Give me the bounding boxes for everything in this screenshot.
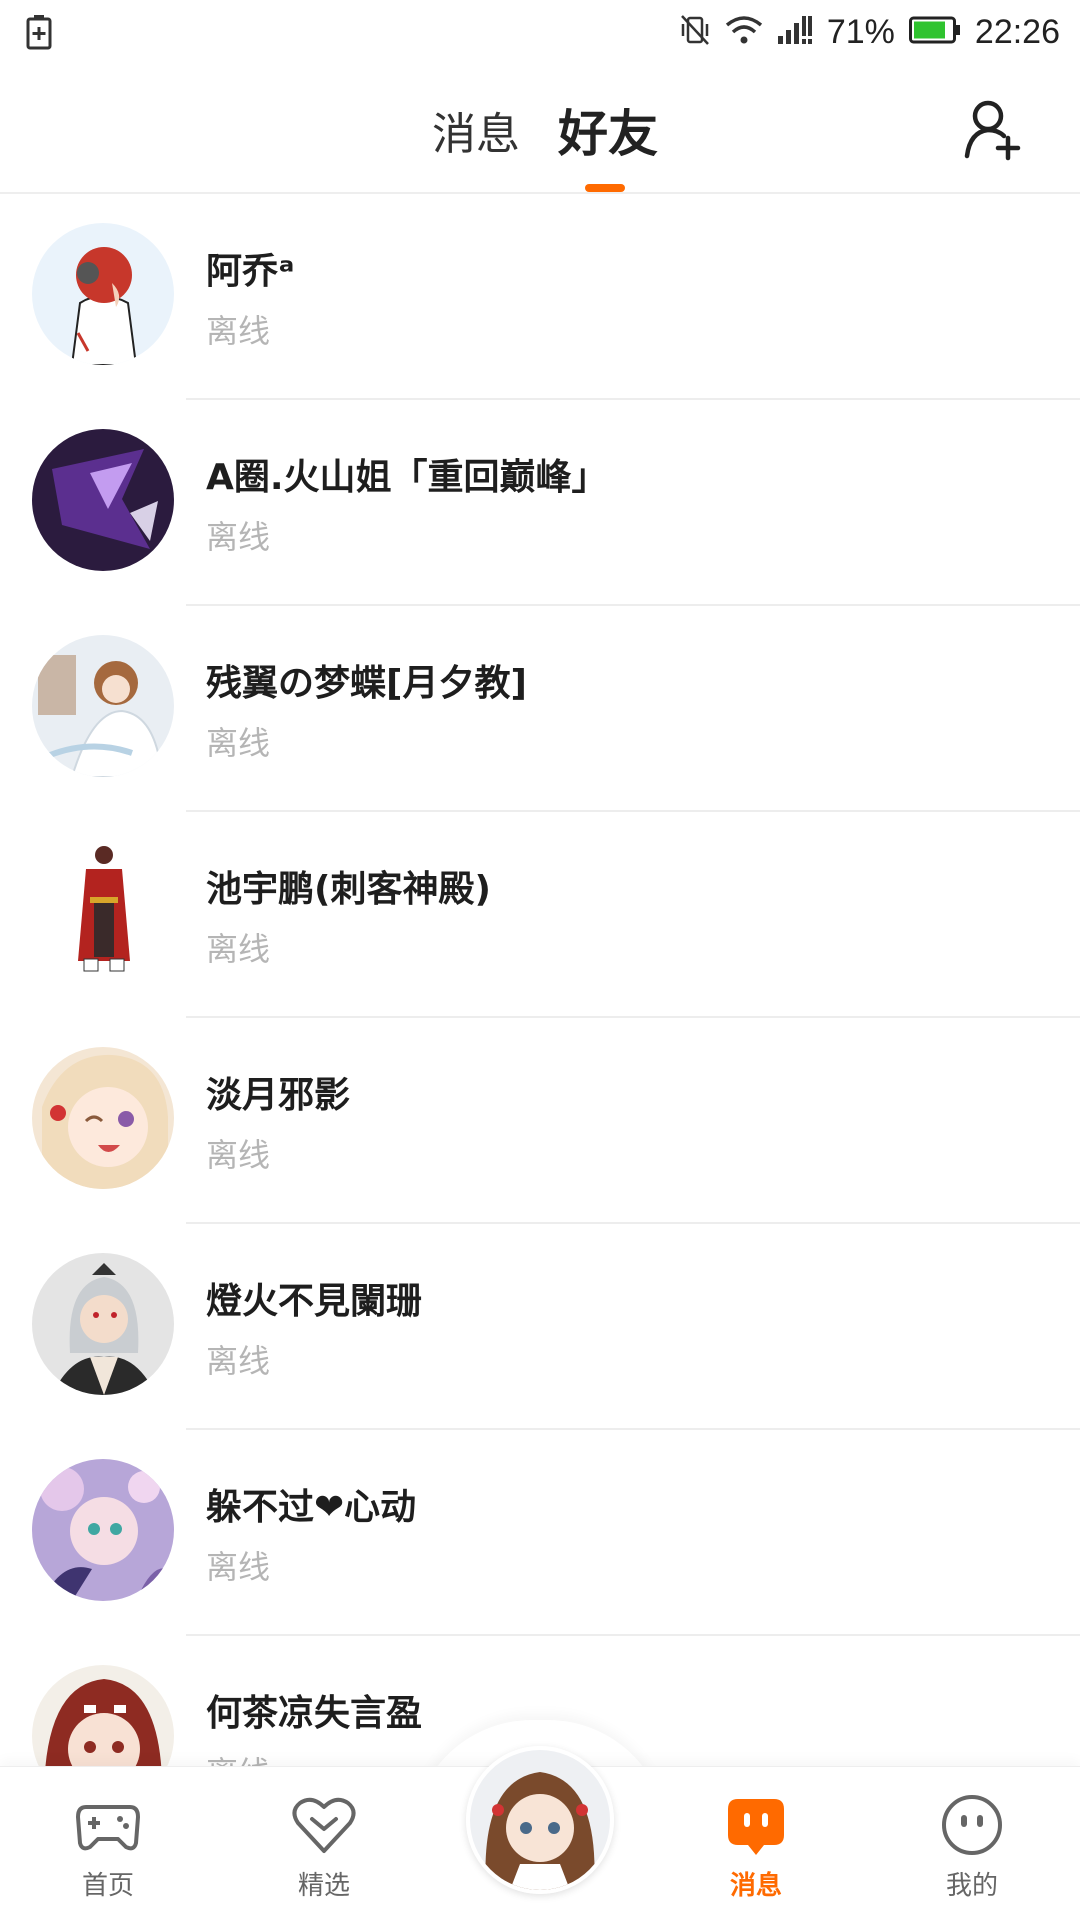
friend-row[interactable]: 阿乔ᵃ 离线	[0, 194, 1080, 400]
friend-status: 离线	[206, 724, 271, 762]
nav-me-label: 我的	[945, 1871, 998, 1901]
signal-icon	[777, 14, 813, 50]
chat-bubble-icon	[724, 1793, 788, 1857]
avatar[interactable]	[32, 841, 174, 983]
friend-name: 残翼の梦蝶[月夕教]	[206, 663, 527, 704]
friend-status: 离线	[206, 1136, 271, 1174]
friend-list: 阿乔ᵃ 离线 A圈.火山姐「重回巅峰」 离线 残翼の梦蝶[月夕教] 离线 池宇鹏…	[0, 194, 1080, 1842]
clock: 22:26	[974, 12, 1060, 51]
tab-active-indicator	[585, 184, 625, 192]
avatar[interactable]	[32, 429, 174, 571]
friend-name: 躲不过❤心动	[206, 1487, 417, 1528]
friend-row[interactable]: 躲不过❤心动 离线	[0, 1430, 1080, 1636]
gamepad-icon	[76, 1793, 140, 1857]
friend-row[interactable]: 残翼の梦蝶[月夕教] 离线	[0, 606, 1080, 812]
nav-home[interactable]: 首页	[38, 1793, 178, 1902]
face-icon	[940, 1793, 1004, 1857]
vibrate-off-icon	[679, 12, 711, 52]
avatar[interactable]	[32, 635, 174, 777]
friend-row[interactable]: A圈.火山姐「重回巅峰」 离线	[0, 400, 1080, 606]
friend-status: 离线	[206, 312, 271, 350]
battery-percent: 71%	[826, 12, 895, 51]
avatar[interactable]	[32, 1047, 174, 1189]
battery-saver-icon	[26, 14, 52, 54]
heart-chevron-icon	[292, 1793, 356, 1857]
friend-row[interactable]: 燈火不見闌珊 离线	[0, 1224, 1080, 1430]
nav-messages[interactable]: 消息	[686, 1793, 826, 1902]
avatar[interactable]	[32, 1459, 174, 1601]
avatar[interactable]	[32, 1253, 174, 1395]
tab-friends[interactable]: 好友	[558, 94, 658, 166]
nav-me[interactable]: 我的	[902, 1793, 1042, 1902]
status-bar: 71% 22:26	[0, 0, 1080, 64]
tab-messages[interactable]: 消息	[432, 98, 520, 162]
avatar	[470, 1750, 610, 1890]
nav-messages-label: 消息	[729, 1871, 782, 1901]
friend-status: 离线	[206, 1548, 271, 1586]
friend-name: 何茶凉失言盈	[206, 1693, 423, 1734]
nav-featured[interactable]: 精选	[254, 1793, 394, 1902]
friend-row[interactable]: 池宇鹏(刺客神殿) 离线	[0, 812, 1080, 1018]
wifi-icon	[725, 14, 763, 50]
friend-status: 离线	[206, 1342, 271, 1380]
friend-name: 淡月邪影	[206, 1075, 351, 1116]
friend-name: 池宇鹏(刺客神殿)	[206, 869, 491, 910]
friend-status: 离线	[206, 518, 271, 556]
add-user-icon	[964, 100, 1021, 161]
friend-name: A圈.火山姐「重回巅峰」	[206, 457, 608, 498]
nav-home-label: 首页	[81, 1871, 134, 1901]
header: 消息 好友	[0, 64, 1080, 194]
friend-status: 离线	[206, 930, 271, 968]
friend-name: 阿乔ᵃ	[206, 251, 295, 292]
avatar[interactable]	[32, 223, 174, 365]
battery-icon	[908, 15, 961, 49]
friend-name: 燈火不見闌珊	[206, 1281, 423, 1322]
add-friend-button[interactable]	[964, 98, 1024, 162]
center-avatar-button[interactable]	[466, 1746, 614, 1894]
friend-row[interactable]: 淡月邪影 离线	[0, 1018, 1080, 1224]
nav-featured-label: 精选	[297, 1871, 350, 1901]
